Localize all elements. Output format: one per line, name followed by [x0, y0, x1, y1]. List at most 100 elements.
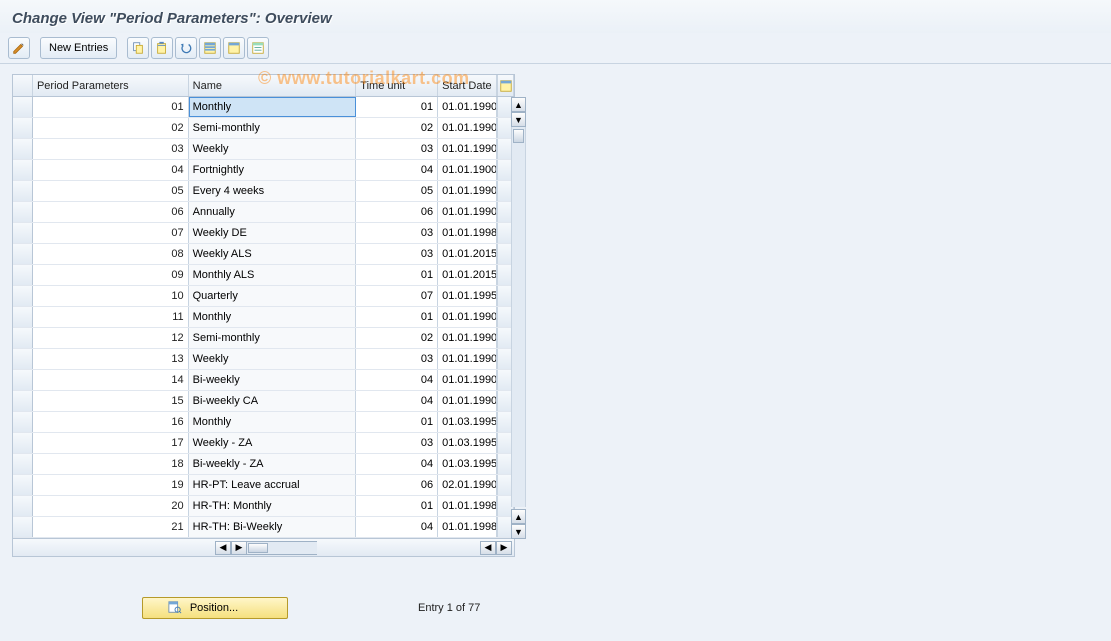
table-row[interactable]: 08Weekly ALS0301.01.2015: [13, 244, 514, 265]
cell-time-unit[interactable]: 03: [356, 433, 438, 453]
cell-time-unit[interactable]: 04: [356, 391, 438, 411]
table-row[interactable]: 07Weekly DE0301.01.1998: [13, 223, 514, 244]
table-row[interactable]: 11Monthly0101.01.1990: [13, 307, 514, 328]
table-row[interactable]: 14Bi-weekly0401.01.1990: [13, 370, 514, 391]
toggle-change-icon[interactable]: [8, 37, 30, 59]
row-selector[interactable]: [13, 286, 33, 306]
cell-time-unit[interactable]: 05: [356, 181, 438, 201]
table-row[interactable]: 20HR-TH: Monthly0101.01.1998: [13, 496, 514, 517]
row-selector[interactable]: [13, 97, 33, 117]
cell-period-parameters[interactable]: 20: [33, 496, 189, 516]
vscroll-thumb[interactable]: [513, 129, 524, 143]
delete-icon[interactable]: [151, 37, 173, 59]
select-block-icon[interactable]: [223, 37, 245, 59]
new-entries-button[interactable]: New Entries: [40, 37, 117, 59]
vscroll-up2-icon[interactable]: ▲: [511, 509, 526, 524]
row-selector-header[interactable]: [13, 75, 33, 96]
hscroll-right-icon[interactable]: ▶: [231, 541, 247, 555]
cell-name[interactable]: Weekly DE: [189, 223, 357, 243]
table-row[interactable]: 16Monthly0101.03.1995: [13, 412, 514, 433]
row-selector[interactable]: [13, 307, 33, 327]
row-selector[interactable]: [13, 328, 33, 348]
row-selector[interactable]: [13, 475, 33, 495]
cell-time-unit[interactable]: 01: [356, 496, 438, 516]
cell-name[interactable]: Weekly: [189, 349, 357, 369]
cell-time-unit[interactable]: 06: [356, 202, 438, 222]
row-selector[interactable]: [13, 265, 33, 285]
cell-time-unit[interactable]: 04: [356, 370, 438, 390]
cell-start-date[interactable]: 01.01.2015: [438, 265, 497, 285]
cell-name[interactable]: HR-PT: Leave accrual: [189, 475, 357, 495]
hscroll-right2-icon[interactable]: ▶: [496, 541, 512, 555]
row-selector[interactable]: [13, 454, 33, 474]
cell-time-unit[interactable]: 04: [356, 517, 438, 537]
cell-time-unit[interactable]: 01: [356, 412, 438, 432]
cell-time-unit[interactable]: 07: [356, 286, 438, 306]
cell-period-parameters[interactable]: 16: [33, 412, 189, 432]
table-row[interactable]: 21HR-TH: Bi-Weekly0401.01.1998: [13, 517, 514, 538]
row-selector[interactable]: [13, 349, 33, 369]
cell-name[interactable]: Bi-weekly CA: [189, 391, 357, 411]
cell-time-unit[interactable]: 02: [356, 328, 438, 348]
cell-period-parameters[interactable]: 19: [33, 475, 189, 495]
cell-start-date[interactable]: 01.01.1990: [438, 97, 497, 117]
grid-config-icon[interactable]: [497, 75, 514, 96]
cell-start-date[interactable]: 01.01.1990: [438, 328, 497, 348]
cell-name[interactable]: Quarterly: [189, 286, 357, 306]
hscroll-thumb[interactable]: [248, 543, 268, 553]
hscroll-left-icon[interactable]: ◀: [215, 541, 231, 555]
row-selector[interactable]: [13, 391, 33, 411]
position-button[interactable]: Position...: [142, 597, 288, 619]
copy-as-icon[interactable]: [127, 37, 149, 59]
cell-start-date[interactable]: 01.01.1995: [438, 286, 497, 306]
cell-start-date[interactable]: 01.01.1998: [438, 496, 497, 516]
row-selector[interactable]: [13, 181, 33, 201]
hscroll-left2-icon[interactable]: ◀: [480, 541, 496, 555]
row-selector[interactable]: [13, 118, 33, 138]
cell-name[interactable]: Weekly - ZA: [189, 433, 357, 453]
cell-period-parameters[interactable]: 17: [33, 433, 189, 453]
row-selector[interactable]: [13, 160, 33, 180]
cell-time-unit[interactable]: 01: [356, 307, 438, 327]
vscroll-down2-icon[interactable]: ▼: [511, 524, 526, 539]
row-selector[interactable]: [13, 517, 33, 537]
cell-start-date[interactable]: 01.01.1990: [438, 391, 497, 411]
cell-start-date[interactable]: 01.01.1990: [438, 349, 497, 369]
cell-name[interactable]: Weekly: [189, 139, 357, 159]
table-row[interactable]: 12Semi-monthly0201.01.1990: [13, 328, 514, 349]
cell-name[interactable]: Every 4 weeks: [189, 181, 357, 201]
table-row[interactable]: 19HR-PT: Leave accrual0602.01.1990: [13, 475, 514, 496]
vscroll-down-icon[interactable]: ▼: [511, 112, 526, 127]
table-row[interactable]: 03Weekly0301.01.1990: [13, 139, 514, 160]
cell-name[interactable]: Semi-monthly: [189, 118, 357, 138]
cell-period-parameters[interactable]: 11: [33, 307, 189, 327]
cell-time-unit[interactable]: 01: [356, 265, 438, 285]
cell-start-date[interactable]: 01.01.1990: [438, 202, 497, 222]
table-row[interactable]: 09Monthly ALS0101.01.2015: [13, 265, 514, 286]
row-selector[interactable]: [13, 202, 33, 222]
cell-name[interactable]: Semi-monthly: [189, 328, 357, 348]
vscroll-track[interactable]: [511, 127, 526, 507]
cell-name[interactable]: Monthly: [189, 412, 357, 432]
cell-start-date[interactable]: 01.01.1998: [438, 517, 497, 537]
cell-name[interactable]: Annually: [189, 202, 357, 222]
table-row[interactable]: 13Weekly0301.01.1990: [13, 349, 514, 370]
cell-time-unit[interactable]: 04: [356, 454, 438, 474]
cell-start-date[interactable]: 01.01.1990: [438, 118, 497, 138]
cell-period-parameters[interactable]: 06: [33, 202, 189, 222]
table-row[interactable]: 05Every 4 weeks0501.01.1990: [13, 181, 514, 202]
cell-time-unit[interactable]: 06: [356, 475, 438, 495]
cell-name[interactable]: Monthly: [189, 307, 357, 327]
cell-start-date[interactable]: 01.03.1995: [438, 454, 497, 474]
deselect-all-icon[interactable]: [247, 37, 269, 59]
cell-start-date[interactable]: 01.03.1995: [438, 433, 497, 453]
row-selector[interactable]: [13, 496, 33, 516]
cell-period-parameters[interactable]: 07: [33, 223, 189, 243]
cell-period-parameters[interactable]: 15: [33, 391, 189, 411]
cell-period-parameters[interactable]: 05: [33, 181, 189, 201]
cell-period-parameters[interactable]: 03: [33, 139, 189, 159]
row-selector[interactable]: [13, 370, 33, 390]
hscroll-track[interactable]: [247, 541, 317, 555]
cell-period-parameters[interactable]: 10: [33, 286, 189, 306]
cell-start-date[interactable]: 01.01.1998: [438, 223, 497, 243]
